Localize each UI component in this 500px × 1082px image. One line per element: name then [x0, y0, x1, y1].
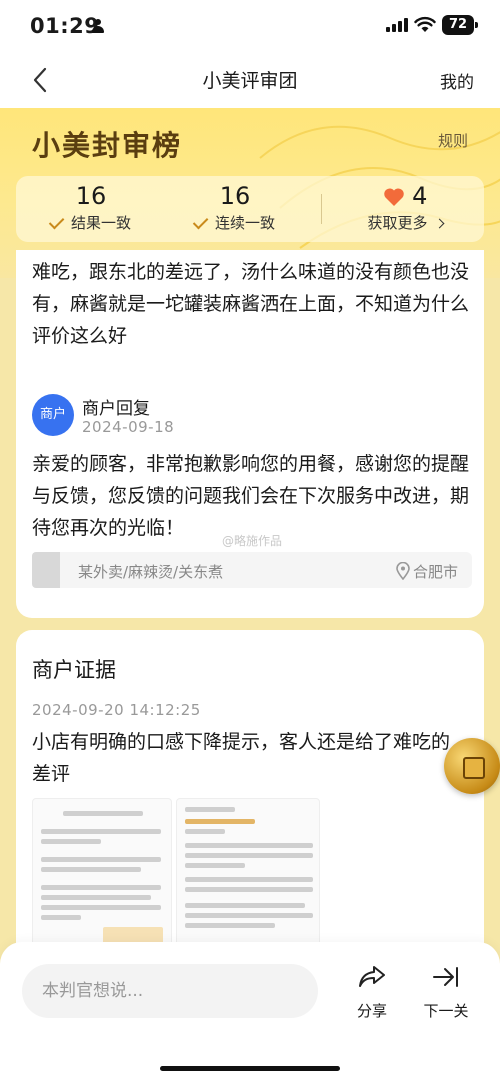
share-label: 分享: [356, 1002, 387, 1020]
evidence-text: 小店有明确的口感下降提示，客人还是给了难吃的差评: [32, 731, 451, 785]
banner-logo: 小美封审榜: [32, 129, 183, 162]
reply-text: 亲爱的顾客，非常抱歉影响您的用餐，感谢您的提醒与反馈，您反馈的问题我们会在下次服…: [32, 453, 470, 539]
get-more-link[interactable]: 获取更多: [367, 212, 427, 234]
heart-icon: [383, 188, 404, 206]
reply-date: 2024-09-18: [82, 418, 175, 436]
page: 01:29 72 小美评审团 我的 小美封审榜 规则 16 结果一致 16 连续…: [0, 0, 500, 1082]
check-icon: [48, 213, 65, 230]
coin-icon[interactable]: [444, 738, 500, 794]
person-icon: [92, 19, 104, 33]
evidence-title: 商户证据: [32, 658, 116, 682]
watermark: @略施作品: [222, 534, 283, 548]
bottom-bar: 分享 下一关: [0, 942, 500, 1082]
evidence-card: 商户证据 2024-09-20 14:12:25 小店有明确的口感下降提示，客人…: [16, 630, 484, 990]
next-level-label: 下一关: [423, 1002, 469, 1020]
review-card: 难吃，跟东北的差远了，汤什么味道的没有颜色也没有，麻酱就是一坨罐装麻酱洒在上面，…: [16, 250, 484, 618]
my-link[interactable]: 我的: [440, 68, 474, 93]
avatar: 商户: [32, 394, 74, 436]
battery-icon: 72: [442, 15, 478, 35]
rules-link[interactable]: 规则: [438, 130, 468, 151]
wifi-icon: [414, 16, 436, 32]
check-icon: [192, 213, 209, 230]
share-icon: [359, 966, 385, 987]
shop-info[interactable]: 某外卖/麻辣烫/关东煮 合肥市: [32, 552, 472, 588]
divider: [321, 194, 322, 224]
stat-value: 4: [412, 182, 428, 210]
stat-streak-match: 16 连续一致: [160, 180, 310, 234]
next-level-button[interactable]: 下一关: [416, 964, 476, 1021]
status-time: 01:29: [30, 14, 100, 38]
stat-value: 16: [75, 182, 107, 210]
stat-hearts[interactable]: 4 获取更多: [330, 180, 480, 234]
evidence-image[interactable]: [176, 798, 320, 948]
shop-thumbnail: [32, 552, 60, 588]
shop-name: 某外卖/麻辣烫/关东煮: [78, 563, 224, 581]
stat-result-match: 16 结果一致: [16, 180, 166, 234]
evidence-date: 2024-09-20 14:12:25: [32, 701, 201, 719]
status-bar: 01:29 72: [0, 0, 500, 52]
home-indicator: [160, 1066, 340, 1071]
signal-icon: [386, 18, 408, 32]
page-title: 小美评审团: [202, 70, 298, 92]
next-icon: [433, 967, 458, 987]
share-button[interactable]: 分享: [342, 964, 402, 1021]
chevron-right-icon: [434, 218, 444, 228]
stat-label: 结果一致: [70, 214, 131, 232]
nav-bar: 小美评审团 我的: [0, 52, 500, 108]
comment-input[interactable]: [22, 964, 318, 1018]
reply-title: 商户回复: [82, 399, 150, 419]
review-text: 难吃，跟东北的差远了，汤什么味道的没有颜色也没有，麻酱就是一坨罐装麻酱洒在上面，…: [32, 261, 470, 347]
shop-city: 合肥市: [412, 563, 458, 581]
stat-label: 连续一致: [214, 214, 275, 232]
location-pin-icon: [396, 562, 410, 580]
stat-value: 16: [219, 182, 251, 210]
stats-card: 16 结果一致 16 连续一致 4 获取更多: [16, 176, 484, 242]
evidence-image[interactable]: [32, 798, 172, 948]
